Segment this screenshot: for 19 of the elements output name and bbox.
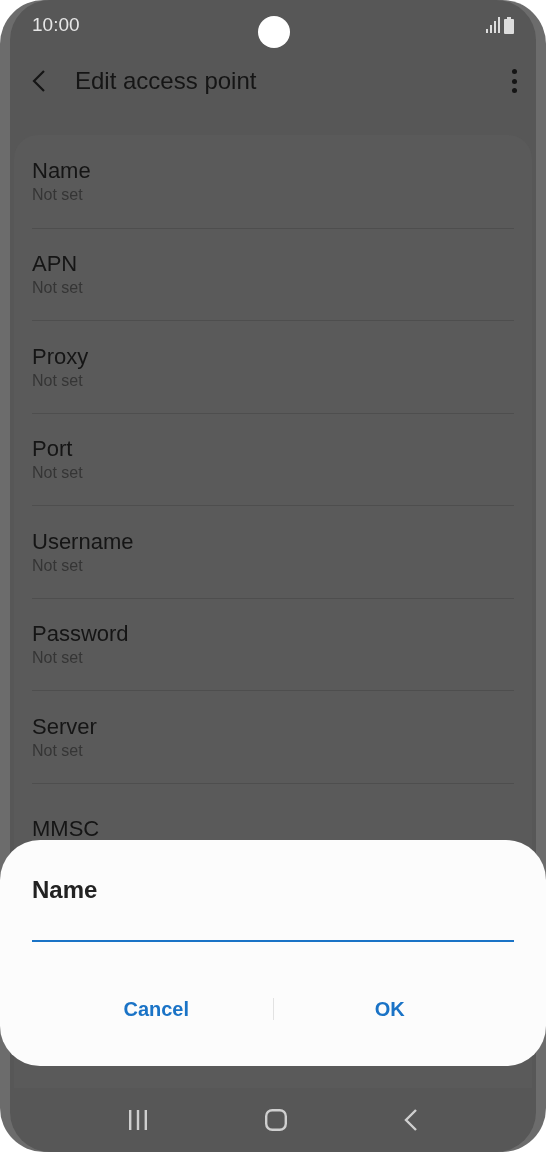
- setting-title: APN: [32, 250, 79, 279]
- setting-title: Username: [32, 527, 135, 556]
- dialog-title: Name: [32, 875, 99, 905]
- dialog-button[interactable]: Cancel: [40, 990, 273, 1028]
- signal-icon: [486, 17, 500, 33]
- status-time: 10:00: [32, 12, 80, 37]
- camera-hole: [258, 16, 290, 48]
- setting-title: MMSC: [32, 815, 101, 844]
- battery-icon: [504, 16, 514, 34]
- page-title: Edit access point: [75, 66, 257, 96]
- home-icon[interactable]: [265, 1109, 287, 1131]
- recents-icon[interactable]: [128, 1110, 149, 1130]
- setting-title: Password: [32, 620, 130, 649]
- setting-title: Port: [32, 435, 74, 464]
- setting-title: Name: [32, 157, 92, 186]
- setting-title: Proxy: [32, 342, 90, 371]
- back-icon[interactable]: [403, 1109, 418, 1131]
- dialog-button[interactable]: OK: [273, 990, 506, 1028]
- setting-title: Server: [32, 712, 98, 741]
